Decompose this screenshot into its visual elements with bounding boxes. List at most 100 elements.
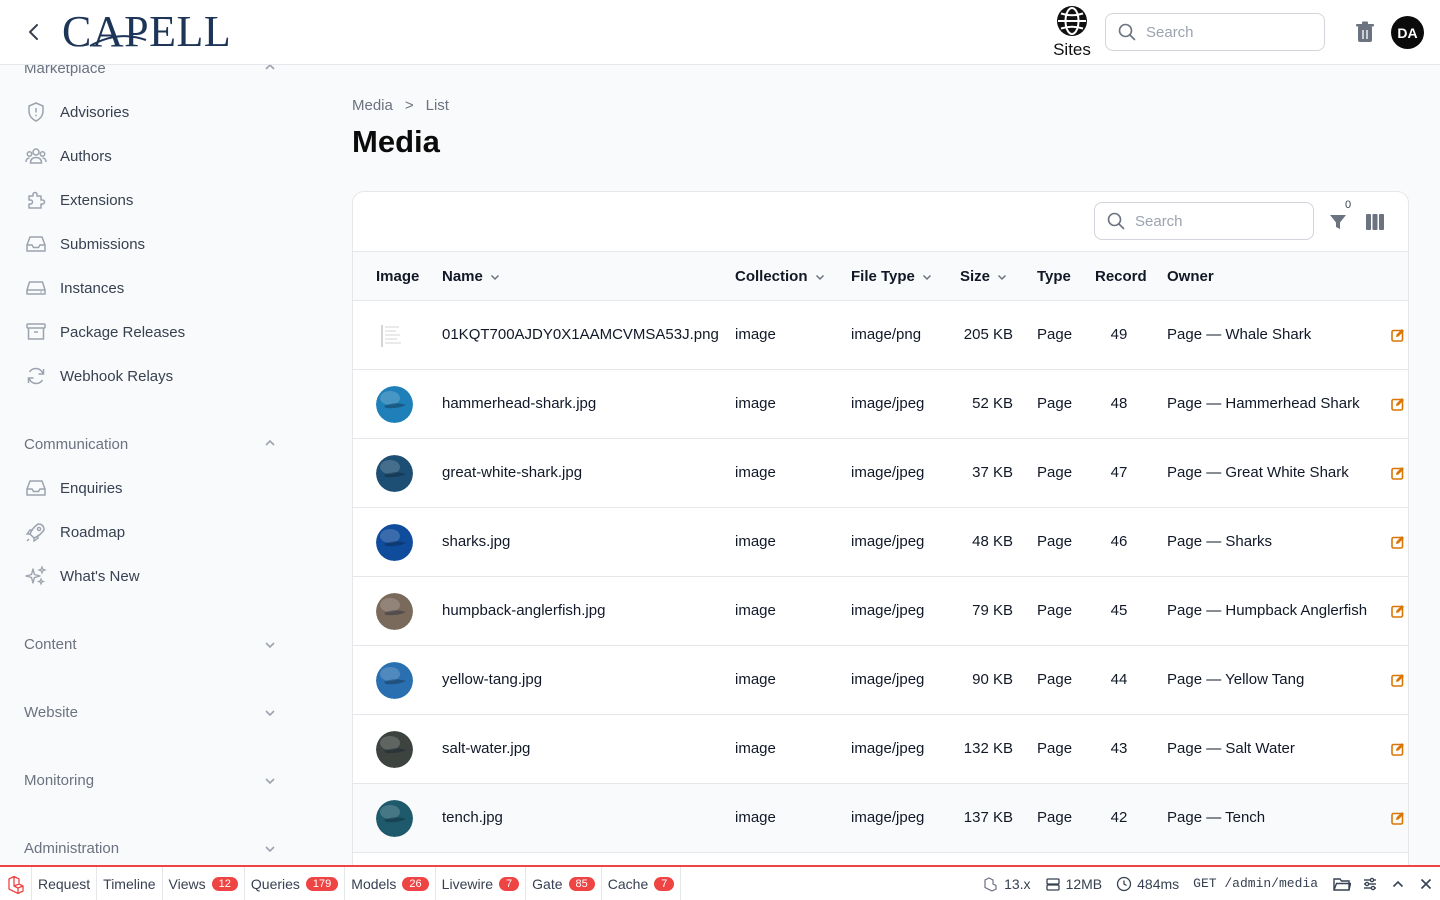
shield-icon [28, 102, 44, 122]
sidebar-item-enquiries[interactable]: Enquiries [24, 476, 123, 500]
table-row[interactable]: humpback-anglerfish.jpg image image/jpeg 79… [353, 577, 1408, 646]
sidebar-item-extensions[interactable]: Extensions [24, 188, 133, 212]
sidebar-item-submissions[interactable]: Submissions [24, 232, 145, 256]
app-logo[interactable]: CAPELL [62, 6, 231, 58]
laravel-logo-icon[interactable] [0, 867, 32, 900]
column-header-type: Type [1037, 268, 1071, 285]
edit-icon [1391, 743, 1404, 756]
debug-tab-cache[interactable]: Cache 7 [602, 867, 682, 900]
record-id: 45 [1110, 602, 1128, 619]
sidebar-item-label: Instances [60, 279, 125, 297]
breadcrumb-item-media[interactable]: Media [352, 97, 393, 114]
image-thumbnail[interactable] [376, 386, 413, 423]
column-header-name[interactable]: Name [442, 268, 501, 285]
sites-label: Sites [1053, 40, 1091, 59]
edit-button[interactable] [1391, 328, 1405, 342]
sites-switcher[interactable]: Sites [1046, 4, 1098, 60]
debug-tab-livewire[interactable]: Livewire 7 [436, 867, 527, 900]
global-search[interactable] [1105, 13, 1325, 51]
memory-icon [1045, 877, 1060, 891]
debug-tab-label: Timeline [103, 875, 156, 892]
sidebar-item-whats-new[interactable]: What's New [24, 564, 140, 588]
table-search[interactable] [1094, 202, 1314, 240]
sidebar-item-authors[interactable]: Authors [24, 144, 112, 168]
image-thumbnail[interactable] [376, 731, 413, 768]
column-header-size[interactable]: Size [960, 268, 1008, 285]
column-header-file-type[interactable]: File Type [851, 268, 933, 285]
global-search-input[interactable] [1146, 23, 1306, 41]
table-row[interactable]: yellow-tang.jpg image image/jpeg 90 KB Page 4… [353, 646, 1408, 715]
sidebar-item-package-releases[interactable]: Package Releases [24, 320, 185, 344]
debug-tab-timeline[interactable]: Timeline [97, 867, 163, 900]
breadcrumb: Media > List [352, 97, 449, 114]
edit-button[interactable] [1391, 466, 1405, 480]
debug-tab-models[interactable]: Models 26 [345, 867, 436, 900]
owner: Page — Yellow Tang [1167, 671, 1305, 688]
collection: image [735, 740, 776, 757]
file-size: 137 KB [963, 809, 1013, 826]
edit-button[interactable] [1391, 535, 1405, 549]
group-label-content[interactable]: Content [24, 636, 77, 653]
group-label-website[interactable]: Website [24, 704, 78, 721]
chevron-down-icon[interactable] [263, 638, 277, 652]
settings-button[interactable] [1356, 867, 1384, 900]
debug-tab-views[interactable]: Views 12 [163, 867, 245, 900]
column-header-collection[interactable]: Collection [735, 268, 826, 285]
chevron-down-icon[interactable] [263, 774, 277, 788]
edit-button[interactable] [1391, 811, 1405, 825]
sidebar-item-label: Submissions [60, 235, 146, 253]
image-thumbnail[interactable] [376, 662, 413, 699]
image-thumbnail[interactable] [376, 317, 413, 354]
sidebar-item-label: Roadmap [60, 523, 126, 541]
edit-icon [1391, 812, 1404, 825]
edit-icon [1391, 329, 1404, 342]
owner: Page — Great White Shark [1167, 464, 1349, 481]
group-label-monitoring[interactable]: Monitoring [24, 772, 94, 789]
sidebar-item-roadmap[interactable]: Roadmap [24, 520, 125, 544]
table-row[interactable]: salt-water.jpg image image/jpeg 132 KB Page 4… [353, 715, 1408, 784]
image-thumbnail[interactable] [376, 524, 413, 561]
debug-tab-request[interactable]: Request [32, 867, 98, 900]
image-thumbnail[interactable] [376, 800, 413, 837]
edit-button[interactable] [1391, 397, 1405, 411]
edit-button[interactable] [1391, 604, 1405, 618]
sidebar-item-webhook-relays[interactable]: Webhook Relays [24, 364, 173, 388]
image-thumbnail[interactable] [376, 455, 413, 492]
search-icon [1118, 23, 1136, 41]
owner: Page — Salt Water [1167, 740, 1295, 757]
user-avatar[interactable]: DA [1391, 16, 1424, 49]
edit-button[interactable] [1391, 742, 1405, 756]
debug-tab-gate[interactable]: Gate 85 [526, 867, 602, 900]
group-label-communication[interactable]: Communication [24, 436, 128, 453]
table-row[interactable]: 01KQT700AJDY0X1AAMCVMSA53J.png image image… [353, 301, 1408, 370]
server-icon [26, 281, 46, 295]
table-row[interactable]: great-white-shark.jpg image image/jpeg 37 K… [353, 439, 1408, 508]
trash-button[interactable] [1355, 21, 1375, 43]
inbox-icon [26, 480, 46, 496]
table-search-input[interactable] [1135, 212, 1295, 230]
debug-tab-queries[interactable]: Queries 179 [245, 867, 346, 900]
close-button[interactable] [1412, 867, 1440, 900]
filter-button[interactable] [1328, 212, 1348, 232]
sidebar-item-label: Authors [60, 147, 112, 165]
chevron-up-icon[interactable] [263, 65, 277, 74]
file-size: 90 KB [972, 671, 1013, 688]
table-row[interactable]: tench.jpg image image/jpeg 137 KB Page 42 Page… [353, 784, 1408, 853]
table-row[interactable]: sharks.jpg image image/jpeg 48 KB Page 46 Page… [353, 508, 1408, 577]
chevron-down-icon[interactable] [263, 706, 277, 720]
back-button[interactable] [22, 20, 46, 44]
sidebar-item-label: Enquiries [60, 479, 123, 497]
collection: image [735, 809, 776, 826]
table-row[interactable]: hammerhead-shark.jpg image image/jpeg 52 KB… [353, 370, 1408, 439]
open-folder-button[interactable] [1328, 867, 1356, 900]
group-label-administration[interactable]: Administration [24, 840, 119, 857]
group-label-marketplace[interactable]: Marketplace [24, 65, 106, 77]
chevron-up-icon[interactable] [263, 436, 277, 450]
edit-button[interactable] [1391, 673, 1405, 687]
sidebar-item-advisories[interactable]: Advisories [24, 100, 129, 124]
expand-button[interactable] [1384, 867, 1412, 900]
image-thumbnail[interactable] [376, 593, 413, 630]
columns-toggle-button[interactable] [1365, 213, 1385, 231]
chevron-down-icon[interactable] [263, 842, 277, 856]
sidebar-item-instances[interactable]: Instances [24, 276, 124, 300]
